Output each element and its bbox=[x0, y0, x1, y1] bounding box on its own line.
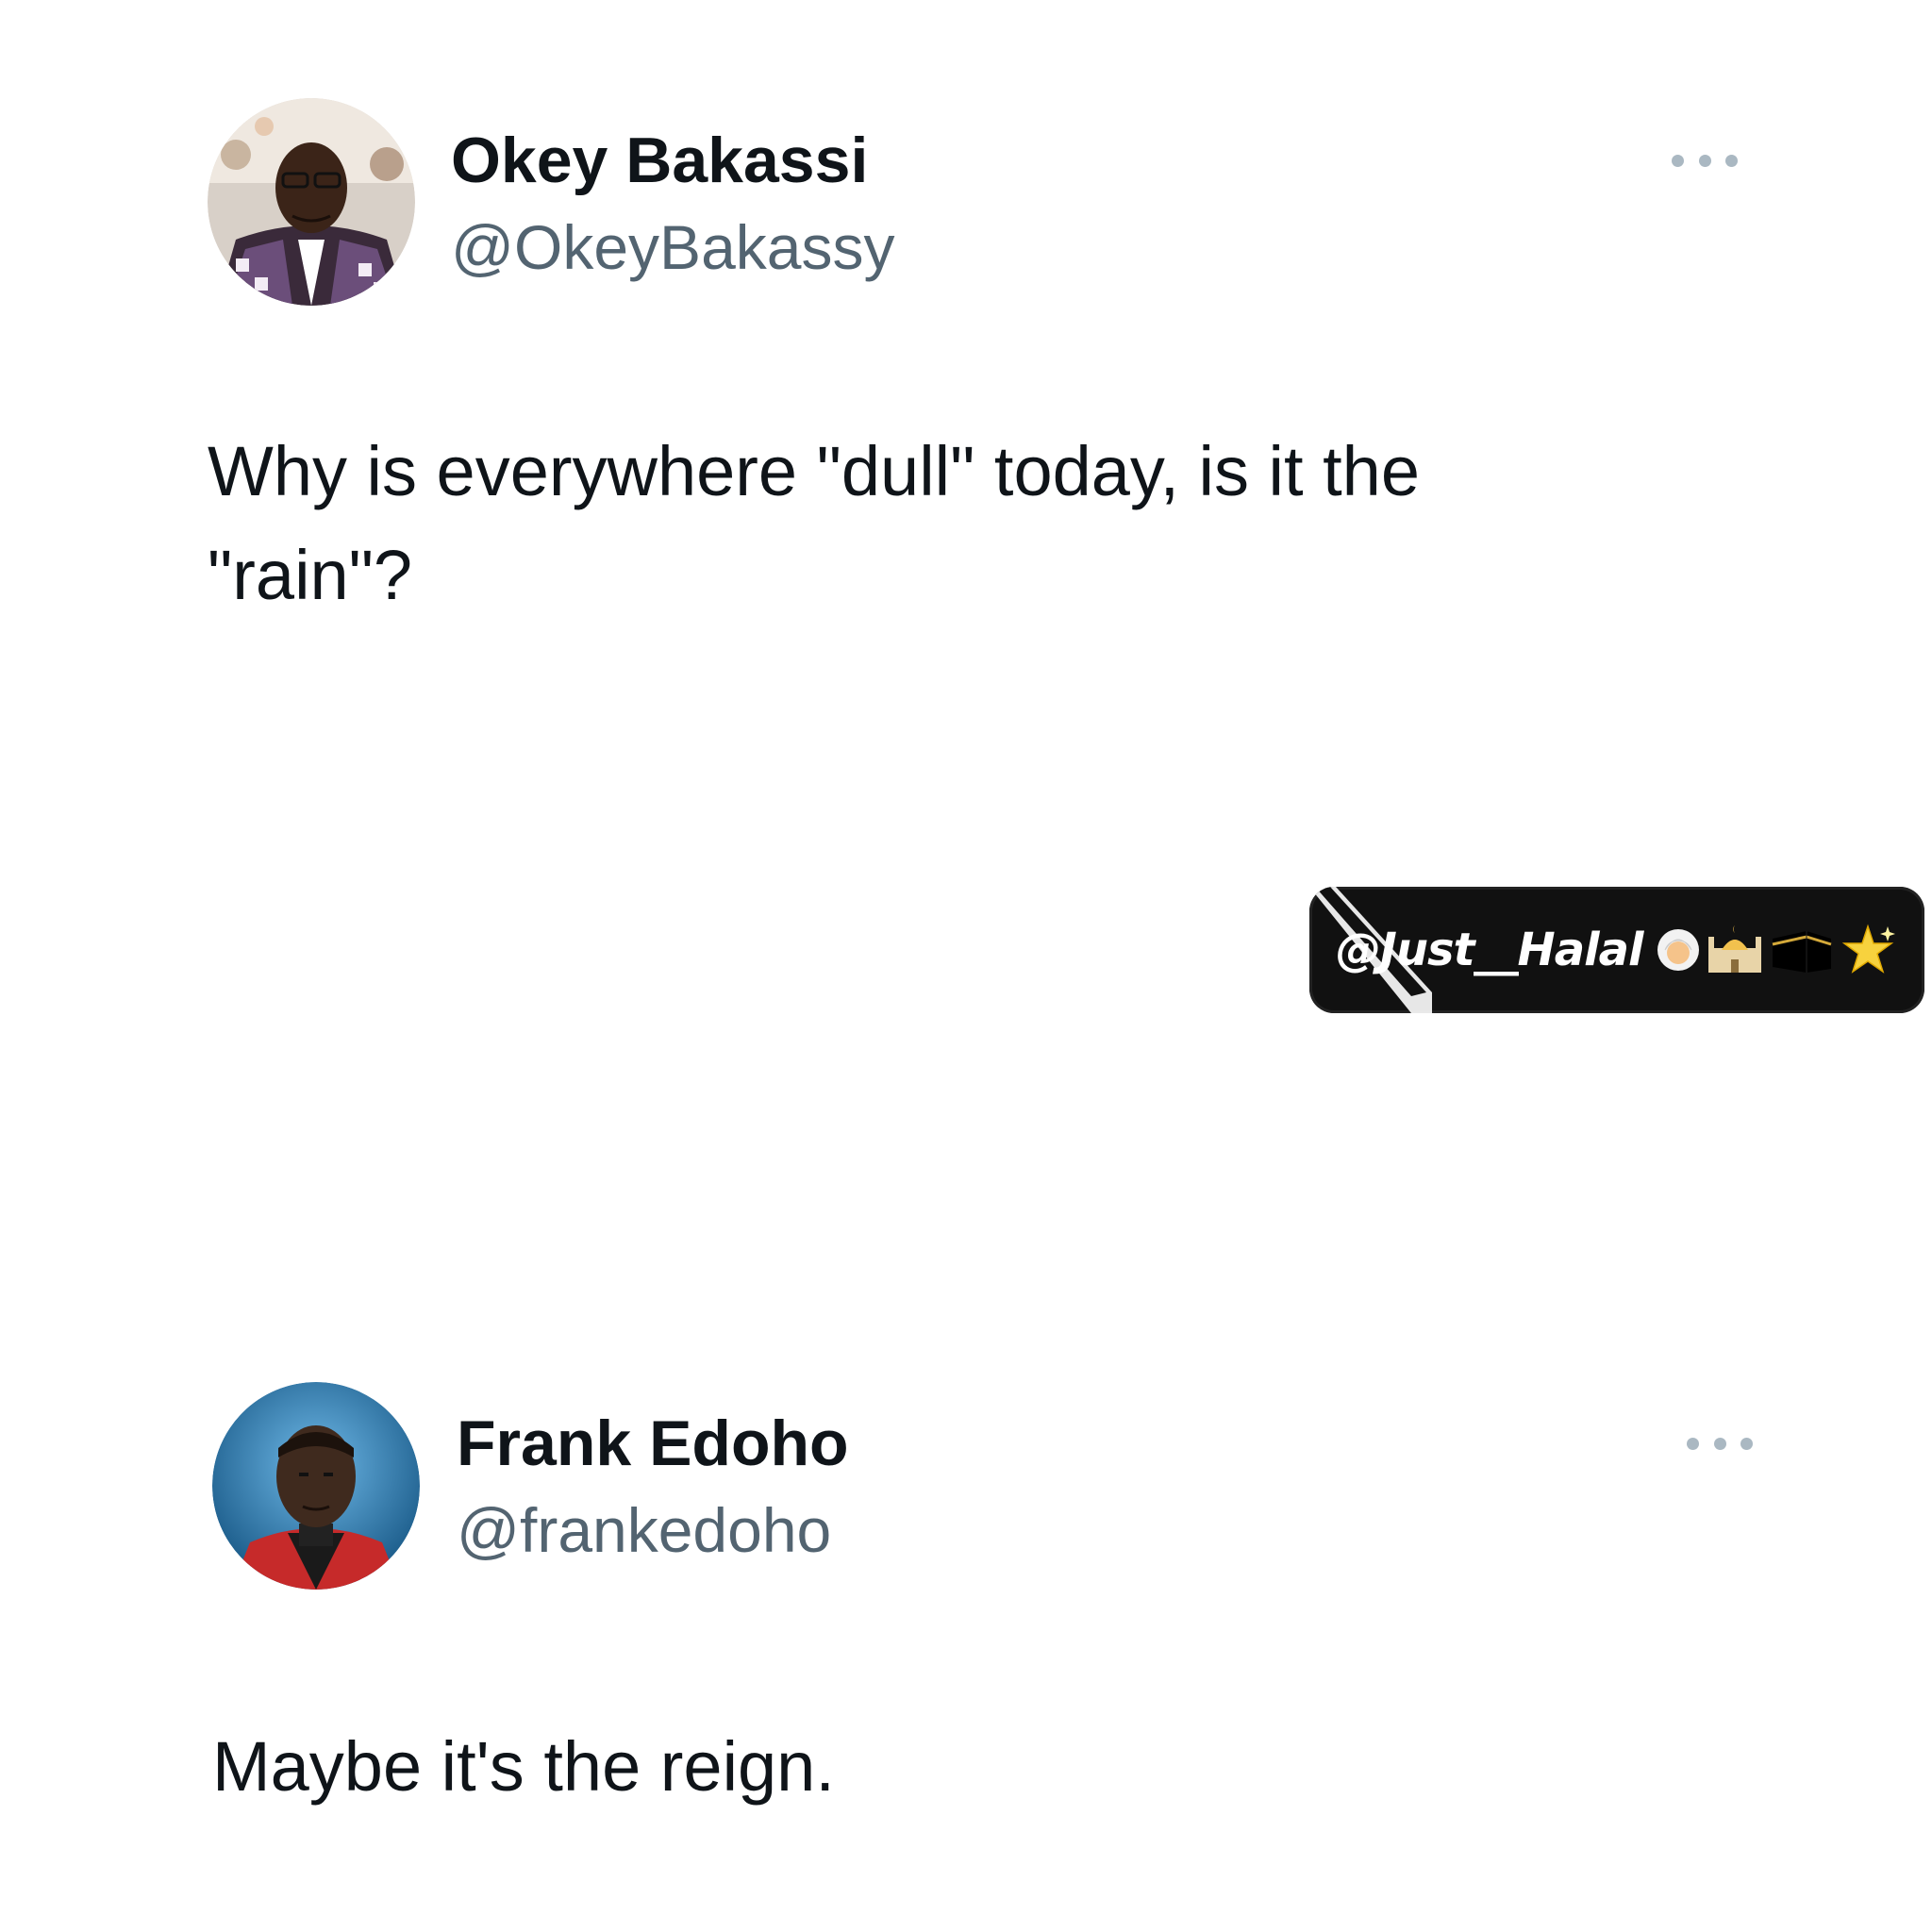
sparkle-star-icon bbox=[1842, 924, 1896, 974]
user-handle[interactable]: @OkeyBakassy bbox=[451, 209, 894, 285]
avatar-frank-edoho[interactable] bbox=[212, 1382, 420, 1590]
kaaba-icon bbox=[1773, 931, 1832, 973]
mosque-icon bbox=[1708, 925, 1762, 973]
display-name[interactable]: Okey Bakassi bbox=[451, 123, 868, 198]
more-options-icon[interactable] bbox=[1687, 1429, 1753, 1457]
tweet-text: Why is everywhere "dull" today, is it th… bbox=[208, 432, 1420, 614]
display-name[interactable]: Frank Edoho bbox=[457, 1406, 849, 1481]
user-photo-okey bbox=[208, 98, 415, 306]
user-photo-frank bbox=[212, 1382, 420, 1590]
more-options-icon[interactable] bbox=[1672, 146, 1738, 175]
user-handle[interactable]: @frankedoho bbox=[457, 1492, 831, 1568]
watermark-badge: @Just__Halal bbox=[1309, 887, 1924, 1013]
tweet-text: Maybe it's the reign. bbox=[212, 1727, 835, 1806]
avatar-okey-bakassi[interactable] bbox=[208, 98, 415, 306]
person-with-headscarf-icon bbox=[1657, 929, 1700, 971]
watermark-text: @Just__Halal bbox=[1336, 924, 1643, 976]
